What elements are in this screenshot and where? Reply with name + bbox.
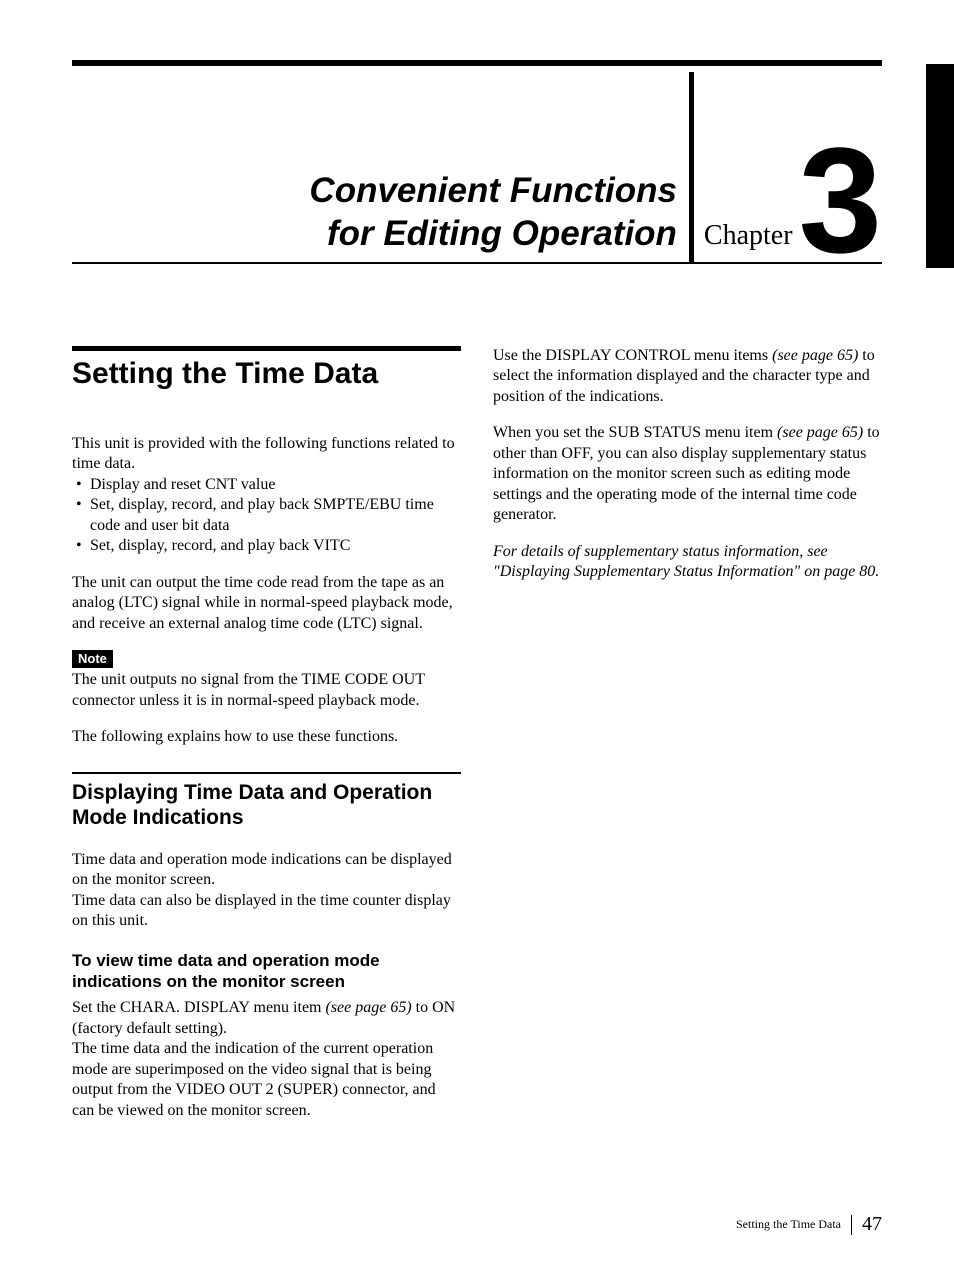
page-number: 47 <box>862 1213 882 1236</box>
body-paragraph: Time data can also be displayed in the t… <box>72 891 461 932</box>
subsubsection-title: To view time data and operation mode ind… <box>72 950 461 993</box>
top-rule <box>72 60 882 66</box>
section-title: Setting the Time Data <box>72 357 461 390</box>
subsection-rule <box>72 772 461 774</box>
section-intro: This unit is provided with the following… <box>72 434 461 475</box>
chapter-number: 3 <box>793 137 882 265</box>
page-footer: Setting the Time Data 47 <box>736 1213 882 1236</box>
chapter-label: Chapter <box>694 220 793 262</box>
cross-reference: For details of supplementary status info… <box>493 542 882 583</box>
list-item: Set, display, record, and play back VITC <box>90 536 461 556</box>
body-paragraph: Use the DISPLAY CONTROL menu items (see … <box>493 346 882 407</box>
chapter-title-line2: for Editing Operation <box>72 212 677 256</box>
chapter-header: Convenient Functions for Editing Operati… <box>72 70 882 264</box>
note-body: The unit outputs no signal from the TIME… <box>72 670 461 711</box>
chapter-side-tab <box>926 64 954 268</box>
page-ref: (see page 65) <box>777 424 863 441</box>
right-column: Use the DISPLAY CONTROL menu items (see … <box>493 346 882 1137</box>
left-column: Setting the Time Data This unit is provi… <box>72 346 461 1137</box>
chapter-title-line1: Convenient Functions <box>72 169 677 213</box>
body-paragraph: The time data and the indication of the … <box>72 1039 461 1121</box>
body-paragraph: The unit can output the time code read f… <box>72 573 461 634</box>
body-paragraph: Set the CHARA. DISPLAY menu item (see pa… <box>72 998 461 1039</box>
section-rule <box>72 346 461 351</box>
body-paragraph: When you set the SUB STATUS menu item (s… <box>493 423 882 525</box>
subsection-title: Displaying Time Data and Operation Mode … <box>72 780 461 830</box>
note-badge: Note <box>72 650 113 668</box>
feature-list: Display and reset CNT value Set, display… <box>72 475 461 557</box>
body-paragraph: The following explains how to use these … <box>72 727 461 747</box>
body-paragraph: Time data and operation mode indications… <box>72 850 461 891</box>
page-ref: (see page 65) <box>325 999 411 1016</box>
list-item: Display and reset CNT value <box>90 475 461 495</box>
page-ref: (see page 65) <box>772 347 858 364</box>
footer-divider <box>851 1215 852 1235</box>
running-footer-text: Setting the Time Data <box>736 1217 841 1232</box>
list-item: Set, display, record, and play back SMPT… <box>90 495 461 536</box>
